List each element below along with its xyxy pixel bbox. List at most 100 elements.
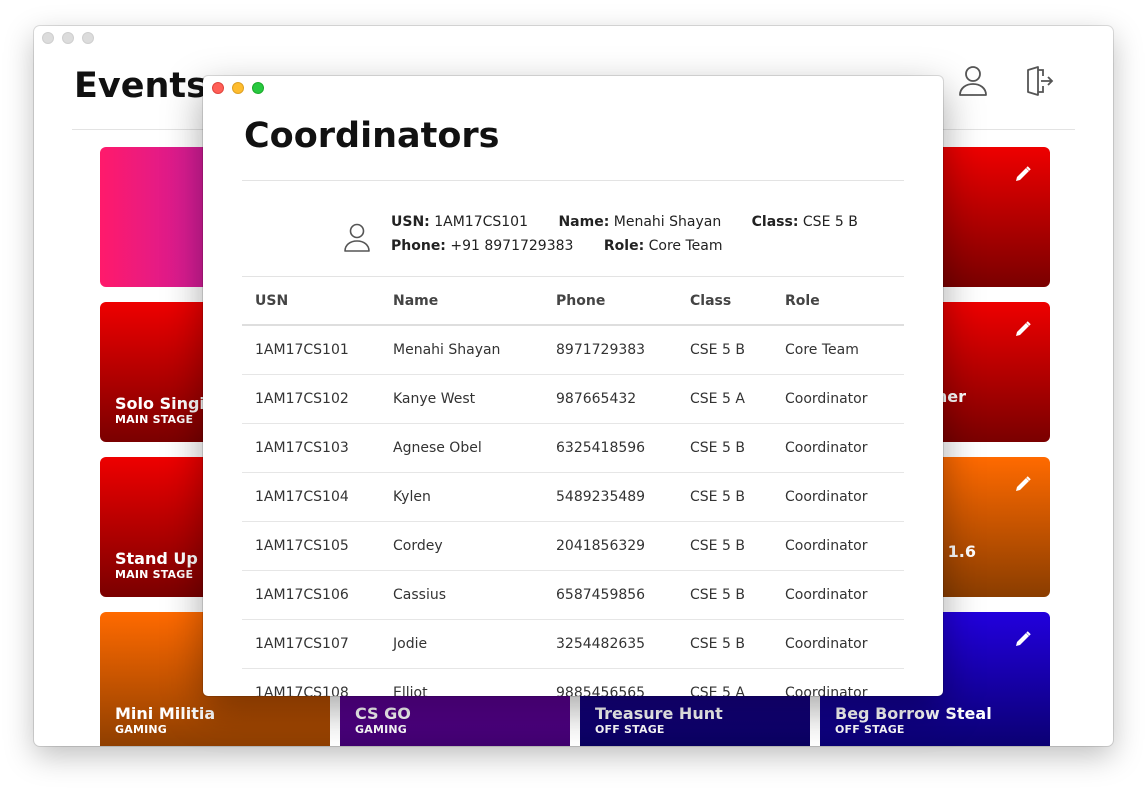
table-row[interactable]: 1AM17CS107 Jodie 3254482635 CSE 5 B Coor… [242,619,904,669]
window-controls [42,32,94,44]
cell-phone: 6587459856 [543,570,677,620]
modal-title: Coordinators [244,116,500,156]
name-value: Menahi Shayan [613,214,722,230]
table-row[interactable]: 1AM17CS103 Agnese Obel 6325418596 CSE 5 … [242,423,904,473]
event-card-title: Stand Up C [115,549,216,568]
cell-class: CSE 5 B [677,619,772,669]
cell-name: Kanye West [380,374,543,424]
cell-class: CSE 5 A [677,668,772,696]
table-row[interactable]: 1AM17CS105 Cordey 2041856329 CSE 5 B Coo… [242,521,904,571]
role-label: Role: [603,238,645,254]
event-card-category: GAMING [115,723,168,736]
cell-role: Coordinator [772,619,904,669]
page-title: Events [74,66,207,106]
cell-role: Coordinator [772,374,904,424]
modal-window-controls [212,82,264,94]
cell-class: CSE 5 B [677,521,772,571]
cell-role: Coordinator [772,423,904,473]
cell-class: CSE 5 B [677,325,772,375]
cell-name: Elliot [380,668,543,696]
maximize-control[interactable] [82,32,94,44]
cell-usn: 1AM17CS102 [242,374,380,424]
table-row[interactable]: 1AM17CS108 Elliot 9885456565 CSE 5 A Coo… [242,668,904,696]
cell-name: Kylen [380,472,543,522]
cell-phone: 2041856329 [543,521,677,571]
modal-close-button[interactable] [212,82,224,94]
close-control[interactable] [42,32,54,44]
pencil-icon[interactable] [1014,630,1032,648]
cell-role: Core Team [772,325,904,375]
column-header-role: Role [772,277,904,326]
cell-usn: 1AM17CS103 [242,423,380,473]
modal-minimize-button[interactable] [232,82,244,94]
cell-usn: 1AM17CS105 [242,521,380,571]
column-header-phone: Phone [543,277,677,326]
cell-class: CSE 5 A [677,374,772,424]
user-icon [343,222,371,254]
cell-name: Agnese Obel [380,423,543,473]
usn-value: 1AM17CS101 [434,214,528,230]
pencil-icon[interactable] [1014,475,1032,493]
pencil-icon[interactable] [1014,320,1032,338]
table-header-row: USN Name Phone Class Role [242,277,904,326]
cell-phone: 5489235489 [543,472,677,522]
cell-role: Coordinator [772,472,904,522]
cell-name: Menahi Shayan [380,325,543,375]
cell-phone: 8971729383 [543,325,677,375]
event-card-category: MAIN STAGE [115,413,194,426]
details-row-2: Phone: +91 8971729383 Role: Core Team [391,238,723,254]
cell-name: Cassius [380,570,543,620]
cell-role: Coordinator [772,521,904,571]
cell-role: Coordinator [772,668,904,696]
selected-coordinator-details: USN: 1AM17CS101 Name: Menahi Shayan Clas… [343,212,858,262]
event-card-category: MAIN STAGE [115,568,194,581]
cell-usn: 1AM17CS108 [242,668,380,696]
phone-value: +91 8971729383 [450,238,574,254]
details-row-1: USN: 1AM17CS101 Name: Menahi Shayan Clas… [391,214,858,230]
logout-icon[interactable] [1024,64,1054,98]
column-header-usn: USN [242,277,380,326]
coordinators-table: USN Name Phone Class Role 1AM17CS101 Men… [242,277,904,696]
coordinators-table-container[interactable]: USN Name Phone Class Role 1AM17CS101 Men… [242,276,904,696]
cell-phone: 3254482635 [543,619,677,669]
name-label: Name: [558,214,610,230]
cell-name: Jodie [380,619,543,669]
column-header-name: Name [380,277,543,326]
event-card-category: OFF STAGE [835,723,905,736]
modal-title-divider [242,180,904,181]
cell-phone: 987665432 [543,374,677,424]
cell-usn: 1AM17CS104 [242,472,380,522]
usn-label: USN: [391,214,430,230]
event-card-title: CS GO [355,704,411,723]
table-row[interactable]: 1AM17CS106 Cassius 6587459856 CSE 5 B Co… [242,570,904,620]
cell-class: CSE 5 B [677,472,772,522]
class-label: Class: [751,214,799,230]
table-row[interactable]: 1AM17CS104 Kylen 5489235489 CSE 5 B Coor… [242,472,904,522]
event-card-title: Solo Singin [115,394,217,413]
cell-phone: 9885456565 [543,668,677,696]
role-value: Core Team [648,238,723,254]
event-card-title: Treasure Hunt [595,704,723,723]
column-header-class: Class [677,277,772,326]
table-row[interactable]: 1AM17CS101 Menahi Shayan 8971729383 CSE … [242,325,904,375]
user-icon[interactable] [958,64,988,98]
cell-usn: 1AM17CS106 [242,570,380,620]
cell-role: Coordinator [772,570,904,620]
event-card-title: Beg Borrow Steal [835,704,992,723]
phone-label: Phone: [391,238,446,254]
cell-phone: 6325418596 [543,423,677,473]
event-card-category: GAMING [355,723,408,736]
event-card-title: Mini Militia [115,704,216,723]
class-value: CSE 5 B [802,214,858,230]
cell-class: CSE 5 B [677,423,772,473]
pencil-icon[interactable] [1014,165,1032,183]
cell-usn: 1AM17CS101 [242,325,380,375]
table-row[interactable]: 1AM17CS102 Kanye West 987665432 CSE 5 A … [242,374,904,424]
cell-name: Cordey [380,521,543,571]
coordinators-modal: Coordinators USN: 1AM17CS101 Name: Menah… [203,76,943,696]
event-card-category: OFF STAGE [595,723,665,736]
cell-class: CSE 5 B [677,570,772,620]
modal-maximize-button[interactable] [252,82,264,94]
cell-usn: 1AM17CS107 [242,619,380,669]
minimize-control[interactable] [62,32,74,44]
